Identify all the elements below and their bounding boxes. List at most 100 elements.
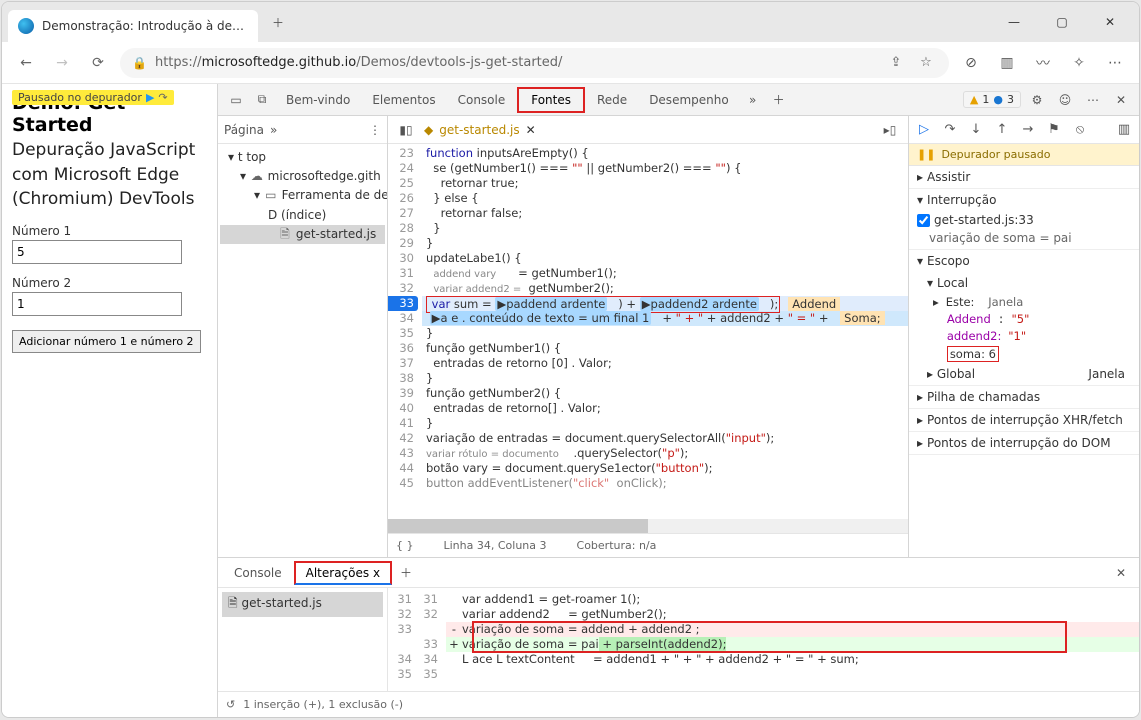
watch-section[interactable]: ▸ Assistir	[909, 166, 1139, 188]
scope-local[interactable]: ▾ Local	[909, 272, 1139, 294]
tab-network[interactable]: Rede	[587, 87, 637, 113]
back-button[interactable]: ←	[12, 49, 40, 77]
forward-button[interactable]: →	[48, 49, 76, 77]
scope-this[interactable]: ▸ Este: Janela	[909, 294, 1139, 311]
tab-console[interactable]: Console	[448, 87, 516, 113]
drawer-add-tab-icon[interactable]: ＋	[394, 561, 418, 585]
tree-folder[interactable]: ▾ ▭ Ferramenta de desenvolvimento	[220, 186, 385, 205]
bp-checkbox[interactable]	[917, 214, 930, 227]
diff-line: L ace L textContent = addend1 + " + " + …	[446, 652, 1139, 667]
drawer-tab-console[interactable]: Console	[224, 562, 292, 584]
bp-condition: variação de soma = pai	[909, 229, 1139, 249]
tab-elements[interactable]: Elementos	[362, 87, 445, 113]
xhr-bp-section[interactable]: ▸ Pontos de interrupção XHR/fetch	[909, 409, 1139, 431]
more-dbg-icon[interactable]: ▥	[1113, 119, 1135, 141]
close-file-icon[interactable]: ✕	[526, 123, 536, 137]
diff-view[interactable]: 31313232333334343535 var addend1 = get-r…	[388, 588, 1139, 691]
deactivate-bp-icon[interactable]: ⚑	[1043, 119, 1065, 141]
tree-domain[interactable]: ▾ ☁ microsoftedge.gith	[220, 167, 385, 186]
breakpoint-item[interactable]: get-started.js:33	[909, 211, 1139, 229]
menu-icon[interactable]: ⋯	[1101, 49, 1129, 77]
titlebar: Demonstração: Introdução à depuração k ＋…	[2, 2, 1139, 42]
page-tab[interactable]: Página	[224, 123, 264, 137]
drawer-tab-changes[interactable]: Alterações x	[294, 561, 392, 585]
browser-tab[interactable]: Demonstração: Introdução à depuração k	[8, 10, 258, 42]
settings-icon[interactable]: ⚙	[1025, 88, 1049, 112]
diff-deleted: -variação de soma = addend + addend2 ;	[446, 622, 1139, 637]
maximize-button[interactable]: ▢	[1039, 6, 1085, 38]
changes-file[interactable]: 🗎 get-started.js	[222, 592, 383, 617]
editor-more-icon[interactable]: ▸▯	[878, 118, 902, 142]
debugger-toolbar: ▷ ↷ ↓ ↑ → ⚑ ⦸ ▥	[909, 116, 1139, 144]
share-icon[interactable]: ⇪	[885, 52, 907, 74]
breakpoints-section[interactable]: ▾ Interrupção	[909, 189, 1139, 211]
tab-sources[interactable]: Fontes	[517, 87, 585, 113]
extensions-icon[interactable]: ✧	[1065, 49, 1093, 77]
source-code[interactable]: 23242526272829303132 33 3435363738394041…	[388, 144, 908, 519]
tracking-icon[interactable]: ⊘	[957, 49, 985, 77]
format-icon[interactable]: { }	[396, 539, 414, 552]
paused-badge: Pausado no depurador▶↷	[12, 90, 174, 105]
revert-icon[interactable]: ↺	[226, 698, 235, 711]
diff-line: var addend1 = get-roamer 1();	[446, 592, 1139, 607]
editor-pane: ▮▯ ◆ get-started.js ✕ ▸▯ 232425262728293…	[388, 116, 909, 557]
close-devtools-icon[interactable]: ✕	[1109, 88, 1133, 112]
drawer: Console Alterações x ＋ ✕ 🗎 get-started.j…	[218, 557, 1139, 717]
url-box[interactable]: 🔒 https://microsoftedge.github.io/Demos/…	[120, 48, 949, 78]
feedback-icon[interactable]: ☺	[1053, 88, 1077, 112]
new-tab-button[interactable]: ＋	[264, 8, 292, 36]
nav-menu-icon[interactable]: ⋮	[369, 123, 381, 137]
step-icon[interactable]: ↷	[158, 91, 167, 104]
sidebar-toggle-icon[interactable]: ▮▯	[394, 118, 418, 142]
demo-page: Pausado no depurador▶↷ Demo: Get Started…	[2, 84, 217, 717]
more-tabs-icon[interactable]: »	[741, 88, 765, 112]
tree-index[interactable]: D (índice)	[220, 206, 385, 225]
scope-section[interactable]: ▾ Escopo	[909, 250, 1139, 272]
nav-more-icon[interactable]: »	[270, 123, 277, 137]
h-scrollbar[interactable]	[388, 519, 908, 533]
dom-bp-section[interactable]: ▸ Pontos de interrupção do DOM	[909, 432, 1139, 454]
tab-performance[interactable]: Desempenho	[639, 87, 739, 113]
tree-top[interactable]: ▾ t top	[220, 148, 385, 167]
callstack-section[interactable]: ▸ Pilha de chamadas	[909, 386, 1139, 408]
label-num1: Número 1	[12, 224, 207, 238]
diff-line: variar addend2 = getNumber2();	[446, 607, 1139, 622]
page-subtitle: Depuração JavaScript com Microsoft Edge …	[12, 138, 207, 212]
performance-icon[interactable]: 〰	[1029, 49, 1057, 77]
devtools: ▭ ⧉ Bem-vindo Elementos Console Fontes R…	[217, 84, 1139, 717]
add-button[interactable]: Adicionar número 1 e número 2	[12, 330, 201, 353]
close-button[interactable]: ✕	[1087, 6, 1133, 38]
add-tab-icon[interactable]: ＋	[767, 88, 791, 112]
more-icon[interactable]: ⋯	[1081, 88, 1105, 112]
drawer-footer: ↺ 1 inserção (+), 1 exclusão (-)	[218, 691, 1139, 717]
play-icon[interactable]: ▶	[146, 91, 154, 104]
inspect-icon[interactable]: ▭	[224, 88, 248, 112]
step-out-icon[interactable]: ↑	[991, 119, 1013, 141]
device-icon[interactable]: ⧉	[250, 88, 274, 112]
issues-pill[interactable]: ▲1●3	[963, 91, 1021, 108]
input-num2[interactable]	[12, 292, 182, 316]
line-gutter: 23242526272829303132 33 3435363738394041…	[388, 144, 418, 491]
resume-icon[interactable]: ▷	[913, 119, 935, 141]
favorite-icon[interactable]: ☆	[915, 52, 937, 74]
tree-file-selected[interactable]: 🗎 get-started.js	[220, 225, 385, 244]
tab-welcome[interactable]: Bem-vindo	[276, 87, 360, 113]
navigator-pane: Página » ⋮ ▾ t top ▾ ☁ microsoftedge.git…	[218, 116, 388, 557]
pause-exc-icon[interactable]: ⦸	[1069, 119, 1091, 141]
debugger-pane: ▷ ↷ ↓ ↑ → ⚑ ⦸ ▥ ❚❚Depurador pausado ▸ As…	[909, 116, 1139, 557]
scope-global[interactable]: ▸ GlobalJanela	[909, 363, 1139, 385]
url-text: https://microsoftedge.github.io/Demos/de…	[155, 55, 877, 70]
changes-file-list: 🗎 get-started.js	[218, 588, 388, 691]
step-icon[interactable]: →	[1017, 119, 1039, 141]
minimize-button[interactable]: —	[991, 6, 1037, 38]
drawer-close-icon[interactable]: ✕	[1109, 561, 1133, 585]
label-num2: Número 2	[12, 276, 207, 290]
editor-status: { } Linha 34, Coluna 3 Cobertura: n/a	[388, 533, 908, 557]
step-into-icon[interactable]: ↓	[965, 119, 987, 141]
input-num1[interactable]	[12, 240, 182, 264]
collections-icon[interactable]: ▥	[993, 49, 1021, 77]
step-over-icon[interactable]: ↷	[939, 119, 961, 141]
refresh-button[interactable]: ⟳	[84, 49, 112, 77]
editor-file-tab[interactable]: get-started.js	[439, 123, 519, 137]
scope-addend2: addend2: "1"	[909, 328, 1139, 345]
